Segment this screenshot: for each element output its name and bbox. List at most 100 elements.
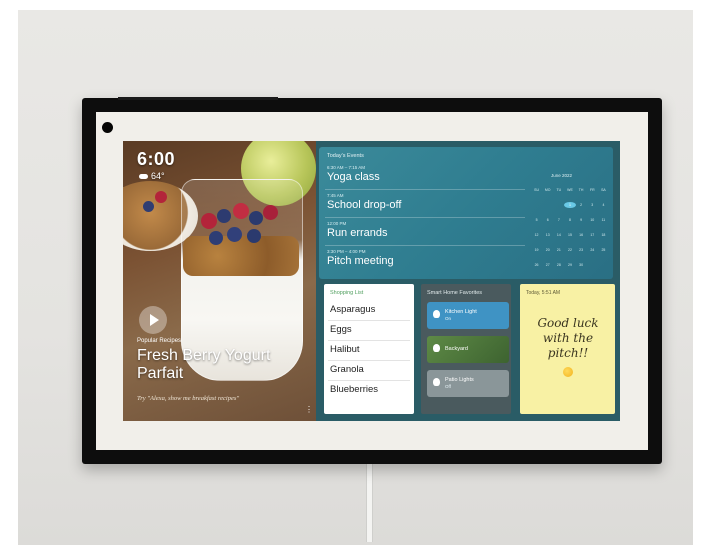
play-button[interactable]	[139, 306, 167, 334]
more-options-icon[interactable]: ⋮	[305, 405, 313, 414]
berry-image	[209, 231, 223, 245]
calendar-day[interactable]: 25	[598, 247, 609, 253]
list-item[interactable]: Asparagus	[330, 304, 375, 315]
calendar-day[interactable]: 1	[564, 202, 576, 208]
event-name: Run errands	[327, 227, 388, 239]
calendar-day[interactable]: 27	[542, 262, 553, 268]
device-tile-kitchen-light[interactable]: Kitchen Light On	[427, 302, 509, 329]
camera-icon	[433, 344, 440, 352]
calendar-day[interactable]: 16	[576, 232, 587, 238]
granola-layer-image	[183, 236, 299, 276]
divider	[328, 360, 410, 361]
device-name: Patio Lights	[445, 377, 474, 383]
list-item[interactable]: Eggs	[330, 324, 352, 335]
calendar-day[interactable]: 22	[564, 247, 575, 253]
calendar-weekday: TU	[556, 188, 562, 192]
sticky-note-widget[interactable]: Today, 5:51 AM Good luck with the pitch!…	[520, 284, 615, 414]
divider	[325, 245, 525, 246]
calendar-day	[542, 202, 553, 208]
events-header: Today's Events	[327, 153, 364, 159]
calendar-day[interactable]: 3	[587, 202, 598, 208]
list-item[interactable]: Granola	[330, 364, 364, 375]
play-icon	[150, 314, 159, 326]
calendar-day[interactable]: 8	[564, 217, 575, 223]
shopping-list-header: Shopping List	[330, 290, 364, 296]
calendar-day[interactable]: 13	[542, 232, 553, 238]
list-item[interactable]: Halibut	[330, 344, 360, 355]
event-time: 6:30 AM – 7:15 AM	[327, 165, 366, 170]
calendar-day[interactable]: 4	[598, 202, 609, 208]
calendar-day[interactable]: 12	[531, 232, 542, 238]
list-item[interactable]: Blueberries	[330, 384, 378, 395]
calendar-widget[interactable]: June 2022 SU MO TU WE TH FR SA 1 2 3 4 5 6 7 8 9 10 11 12 1…	[531, 153, 609, 271]
event-name: Pitch meeting	[327, 255, 394, 267]
calendar-day[interactable]: 7	[553, 217, 564, 223]
calendar-day[interactable]: 29	[564, 262, 575, 268]
calendar-day[interactable]: 17	[587, 232, 598, 238]
device-tile-backyard[interactable]: Backyard	[427, 336, 509, 363]
calendar-day[interactable]: 10	[587, 217, 598, 223]
calendar-day[interactable]: 14	[553, 232, 564, 238]
smart-home-widget[interactable]: Smart Home Favorites Kitchen Light On Ba…	[421, 284, 511, 414]
calendar-day[interactable]: 15	[564, 232, 575, 238]
shopping-list-widget[interactable]: Shopping List Asparagus Eggs Halibut Gra…	[324, 284, 414, 414]
calendar-day[interactable]: 26	[531, 262, 542, 268]
calendar-day[interactable]: 6	[542, 217, 553, 223]
calendar-day[interactable]: 9	[576, 217, 587, 223]
calendar-day[interactable]: 2	[576, 202, 587, 208]
event-item[interactable]: 7:45 AM School drop-off	[327, 193, 401, 211]
device-state: On	[445, 316, 452, 321]
berry-image	[247, 229, 261, 243]
recipe-card[interactable]: 6:00 64° Popular Recipes Fresh Berry Yog…	[123, 141, 316, 421]
berry-image	[249, 211, 263, 225]
calendar-weekday: SA	[601, 188, 606, 192]
calendar-weekday: MO	[544, 188, 551, 192]
calendar-day[interactable]: 30	[576, 262, 587, 268]
clock-time: 6:00	[137, 149, 176, 169]
calendar-weekday: FR	[589, 188, 595, 192]
calendar-weekday: TH	[578, 188, 584, 192]
events-widget[interactable]: Today's Events 6:30 AM – 7:15 AM Yoga cl…	[319, 147, 613, 279]
calendar-day[interactable]: 18	[598, 232, 609, 238]
device-state: Off	[445, 384, 451, 389]
smart-home-header: Smart Home Favorites	[427, 290, 483, 296]
calendar-day[interactable]: 28	[553, 262, 564, 268]
calendar-day	[531, 202, 542, 208]
calendar-weekday: SU	[534, 188, 539, 192]
camera-icon	[102, 122, 113, 133]
divider	[325, 217, 525, 218]
berry-image	[201, 213, 217, 229]
calendar-day[interactable]: 23	[576, 247, 587, 253]
berry-image	[155, 191, 167, 203]
calendar-day	[587, 262, 598, 268]
calendar-day[interactable]: 11	[598, 217, 609, 223]
calendar-day[interactable]: 19	[531, 247, 542, 253]
calendar-day[interactable]: 21	[553, 247, 564, 253]
device-tile-patio-lights[interactable]: Patio Lights Off	[427, 370, 509, 397]
recipe-caption: Popular Recipes	[137, 338, 182, 344]
event-name: School drop-off	[327, 199, 402, 211]
calendar-day[interactable]: 24	[587, 247, 598, 253]
lightbulb-icon	[433, 378, 440, 386]
divider	[328, 340, 410, 341]
power-cable	[366, 462, 373, 542]
temperature: 64°	[151, 171, 165, 181]
berry-image	[217, 209, 231, 223]
event-item[interactable]: 6:30 AM – 7:15 AM Yoga class	[327, 165, 380, 183]
divider	[325, 189, 525, 190]
calendar-day[interactable]: 5	[531, 217, 542, 223]
event-time: 3:30 PM – 4:00 PM	[327, 249, 366, 254]
weather-widget[interactable]: 64°	[139, 171, 165, 181]
voice-hint: Try "Alexa, show me breakfast recipes"	[137, 395, 240, 402]
recipe-title: Fresh Berry Yogurt Parfait	[137, 347, 271, 382]
berry-image	[143, 201, 154, 212]
berry-image	[263, 205, 278, 220]
device-top-buttons	[118, 97, 278, 100]
note-text: Good luck with the pitch!!	[537, 316, 599, 360]
event-item[interactable]: 3:30 PM – 4:00 PM Pitch meeting	[327, 249, 394, 267]
calendar-day[interactable]: 20	[542, 247, 553, 253]
device-name: Backyard	[445, 346, 468, 352]
calendar-grid: SU MO TU WE TH FR SA 1 2 3 4 5 6 7 8 9 10 11 12 13 14 15 16 17 1…	[531, 187, 609, 268]
event-item[interactable]: 12:00 PM Run errands	[327, 221, 388, 239]
cloud-icon	[139, 173, 148, 179]
